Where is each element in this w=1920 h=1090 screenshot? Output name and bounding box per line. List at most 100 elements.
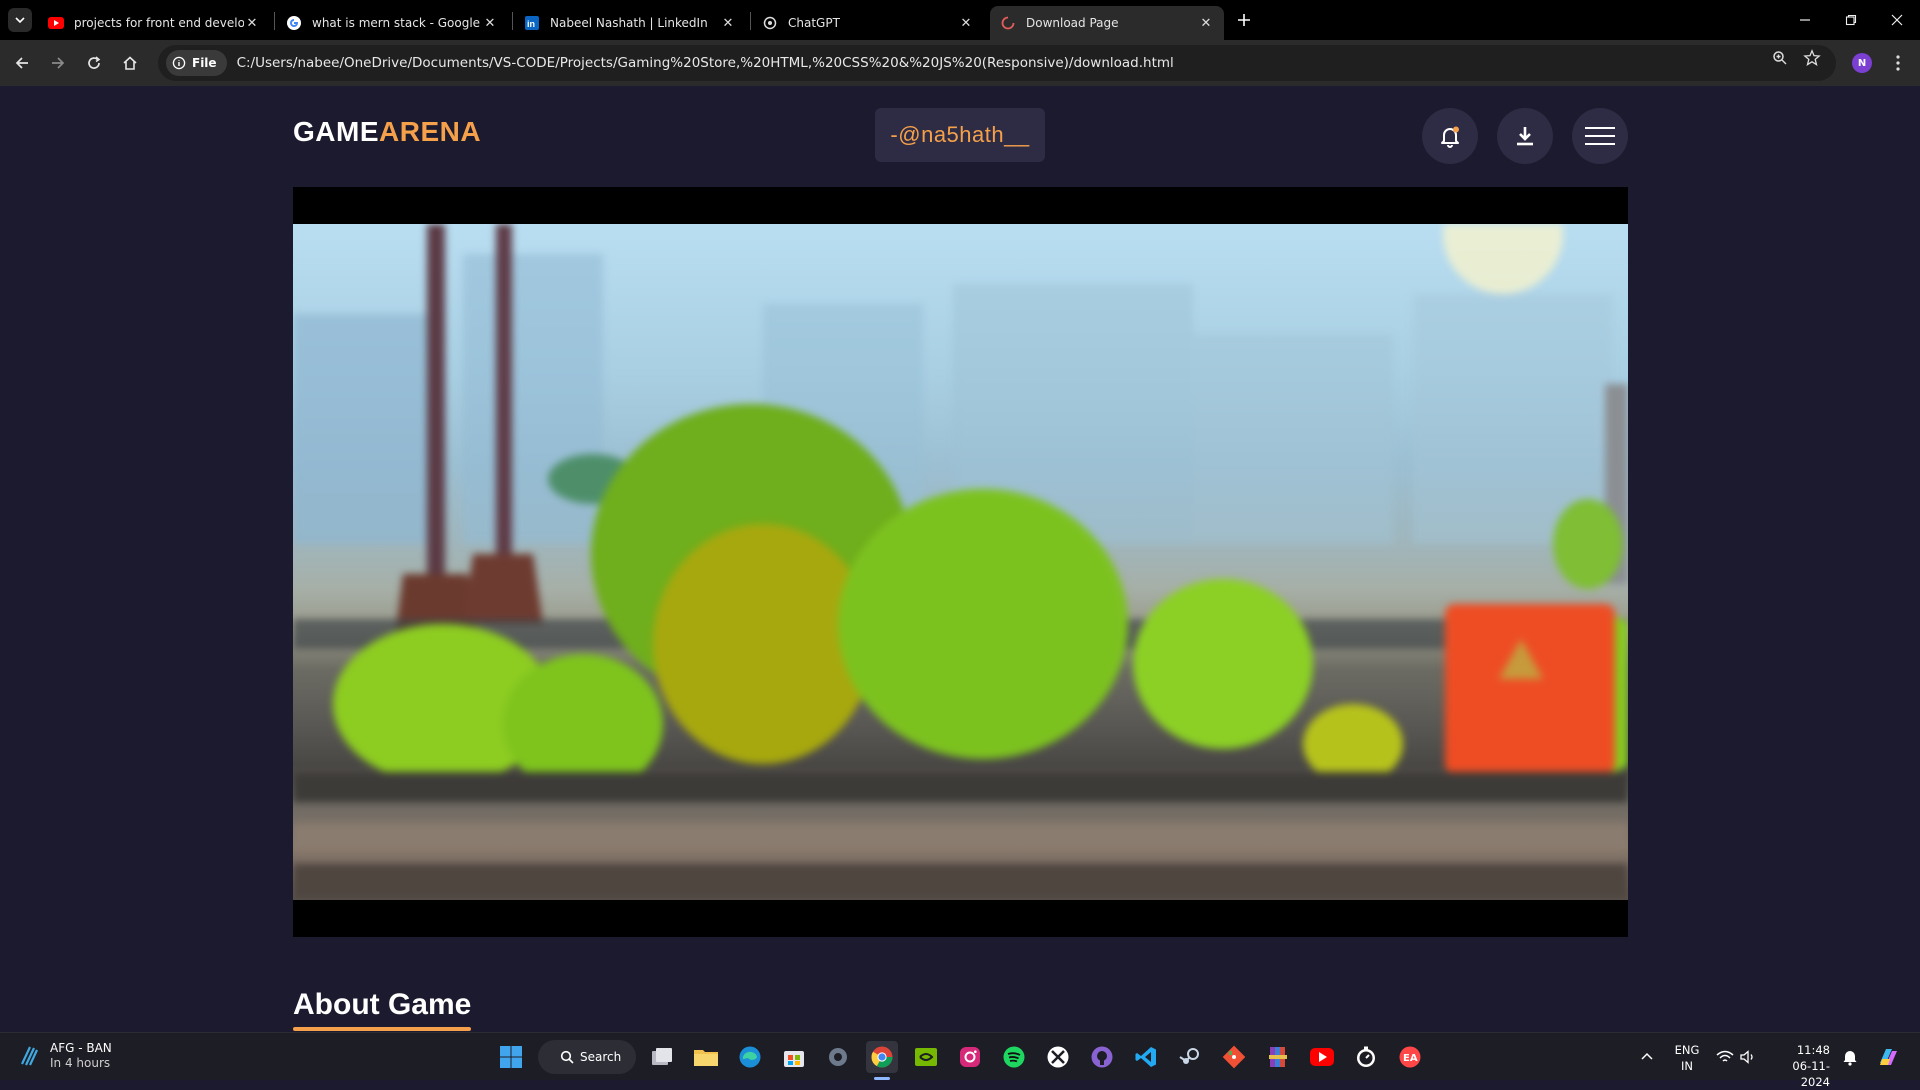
close-icon <box>1891 14 1903 26</box>
stopwatch-icon[interactable] <box>1350 1041 1382 1073</box>
edge-icon[interactable] <box>734 1041 766 1073</box>
zoom-icon[interactable] <box>1770 48 1790 68</box>
download-button[interactable] <box>1497 108 1553 164</box>
winrar-icon[interactable] <box>1262 1041 1294 1073</box>
clock-time: 11:48 <box>1796 1043 1830 1057</box>
profile-avatar[interactable]: N <box>1852 53 1872 73</box>
youtube-icon[interactable] <box>1306 1041 1338 1073</box>
browser-toolbar: File C:/Users/nabee/OneDrive/Documents/V… <box>0 40 1920 86</box>
language-indicator[interactable]: ENG IN <box>1672 1042 1702 1074</box>
notification-button[interactable] <box>1422 108 1478 164</box>
bookmark-star-icon[interactable] <box>1802 48 1822 68</box>
start-button[interactable] <box>495 1041 527 1073</box>
menu-kebab-icon[interactable] <box>1888 51 1908 75</box>
restore-icon <box>1845 14 1857 26</box>
xbox-icon[interactable] <box>1042 1041 1074 1073</box>
url-text[interactable]: C:/Users/nabee/OneDrive/Documents/VS-COD… <box>237 55 1174 71</box>
tab-download-page[interactable]: Download Page ✕ <box>990 6 1224 40</box>
close-icon[interactable]: ✕ <box>1198 16 1214 31</box>
lang-line1: ENG <box>1674 1043 1700 1057</box>
new-tab-button[interactable] <box>1232 8 1256 32</box>
close-icon[interactable]: ✕ <box>482 16 498 31</box>
about-game-heading: About Game <box>293 988 472 1021</box>
tab-title: ChatGPT <box>788 16 840 30</box>
back-button[interactable] <box>8 49 36 77</box>
cricket-icon <box>21 1046 38 1066</box>
weather-subtitle: In 4 hours <box>50 1056 111 1070</box>
tab-title: Nabeel Nashath | LinkedIn <box>550 16 708 30</box>
close-icon[interactable]: ✕ <box>720 16 736 31</box>
tab-divider <box>274 12 275 30</box>
loading-icon <box>1000 15 1016 31</box>
plus-icon <box>1238 14 1250 26</box>
tab-google[interactable]: what is mern stack - Google Se ✕ <box>276 6 508 40</box>
tab-divider <box>512 12 513 30</box>
home-icon <box>123 56 137 70</box>
microsoft-store-icon[interactable] <box>778 1041 810 1073</box>
chatgpt-icon <box>762 15 778 31</box>
web-page: GAMEARENA -@na5hath__ About Game <box>0 86 1920 1032</box>
file-explorer-icon[interactable] <box>690 1041 722 1073</box>
search-icon <box>560 1050 574 1064</box>
svg-text:EA: EA <box>1403 1053 1418 1064</box>
weather-widget[interactable]: AFG - BAN In 4 hours <box>18 1041 112 1071</box>
steam-icon[interactable] <box>1174 1041 1206 1073</box>
close-icon[interactable]: ✕ <box>244 16 260 31</box>
game-trailer-video[interactable] <box>293 187 1628 937</box>
address-bar[interactable]: File C:/Users/nabee/OneDrive/Documents/V… <box>158 45 1836 81</box>
close-window-button[interactable] <box>1874 0 1920 40</box>
spotify-icon[interactable] <box>998 1041 1030 1073</box>
weather-title: AFG - BAN <box>50 1041 112 1055</box>
settings-gear-icon[interactable] <box>822 1041 854 1073</box>
reload-icon <box>88 56 101 69</box>
tab-search-button[interactable] <box>8 8 32 32</box>
forward-button[interactable] <box>44 49 72 77</box>
instagram-icon[interactable] <box>954 1041 986 1073</box>
linkedin-icon: in <box>524 15 540 31</box>
restore-button[interactable] <box>1828 0 1874 40</box>
tab-youtube[interactable]: projects for front end develope ✕ <box>38 6 270 40</box>
tab-chatgpt[interactable]: ChatGPT ✕ <box>752 6 984 40</box>
site-info-chip[interactable]: File <box>166 50 227 76</box>
taskbar-clock[interactable]: 11:48 06-11-2024 <box>1772 1042 1830 1090</box>
windows-icon <box>500 1046 522 1068</box>
chevron-down-icon <box>15 17 25 24</box>
trailer-scene-image <box>293 224 1628 900</box>
ea-app-icon[interactable]: EA <box>1394 1041 1426 1073</box>
vscode-icon[interactable] <box>1130 1041 1162 1073</box>
tab-title: projects for front end develope <box>74 16 244 30</box>
arrow-left-icon <box>15 57 28 69</box>
taskbar: AFG - BAN In 4 hours Search EA ENG IN 11… <box>0 1032 1920 1089</box>
site-logo[interactable]: GAMEARENA <box>293 116 481 148</box>
close-icon[interactable]: ✕ <box>958 16 974 31</box>
tab-divider <box>750 12 751 30</box>
clock-date: 06-11-2024 <box>1792 1059 1830 1089</box>
user-handle-badge: -@na5hath__ <box>875 108 1045 162</box>
reload-button[interactable] <box>80 49 108 77</box>
nvidia-icon[interactable] <box>910 1041 942 1073</box>
hamburger-menu-button[interactable] <box>1572 108 1628 164</box>
task-view-icon[interactable] <box>646 1041 678 1073</box>
wifi-icon[interactable] <box>1716 1033 1734 1081</box>
tab-linkedin[interactable]: in Nabeel Nashath | LinkedIn ✕ <box>514 6 746 40</box>
search-label: Search <box>580 1050 622 1064</box>
home-button[interactable] <box>116 49 144 77</box>
logo-game: GAME <box>293 116 379 147</box>
tab-title: Download Page <box>1026 16 1119 30</box>
chrome-icon[interactable] <box>866 1041 898 1073</box>
google-icon <box>286 15 302 31</box>
volume-icon[interactable] <box>1740 1033 1758 1081</box>
minimize-icon <box>1800 19 1810 21</box>
youtube-icon <box>48 15 64 31</box>
copilot-icon[interactable] <box>1876 1033 1900 1081</box>
github-icon[interactable] <box>1086 1041 1118 1073</box>
heading-underline <box>293 1027 471 1031</box>
lang-line2: IN <box>1681 1059 1693 1073</box>
notification-bell-icon[interactable] <box>1842 1033 1858 1081</box>
taskbar-search[interactable]: Search <box>538 1040 636 1074</box>
arrow-right-icon <box>52 57 65 69</box>
minimize-button[interactable] <box>1782 0 1828 40</box>
info-icon <box>172 56 186 70</box>
tray-overflow-chevron-icon[interactable] <box>1640 1033 1654 1081</box>
git-icon[interactable] <box>1218 1041 1250 1073</box>
